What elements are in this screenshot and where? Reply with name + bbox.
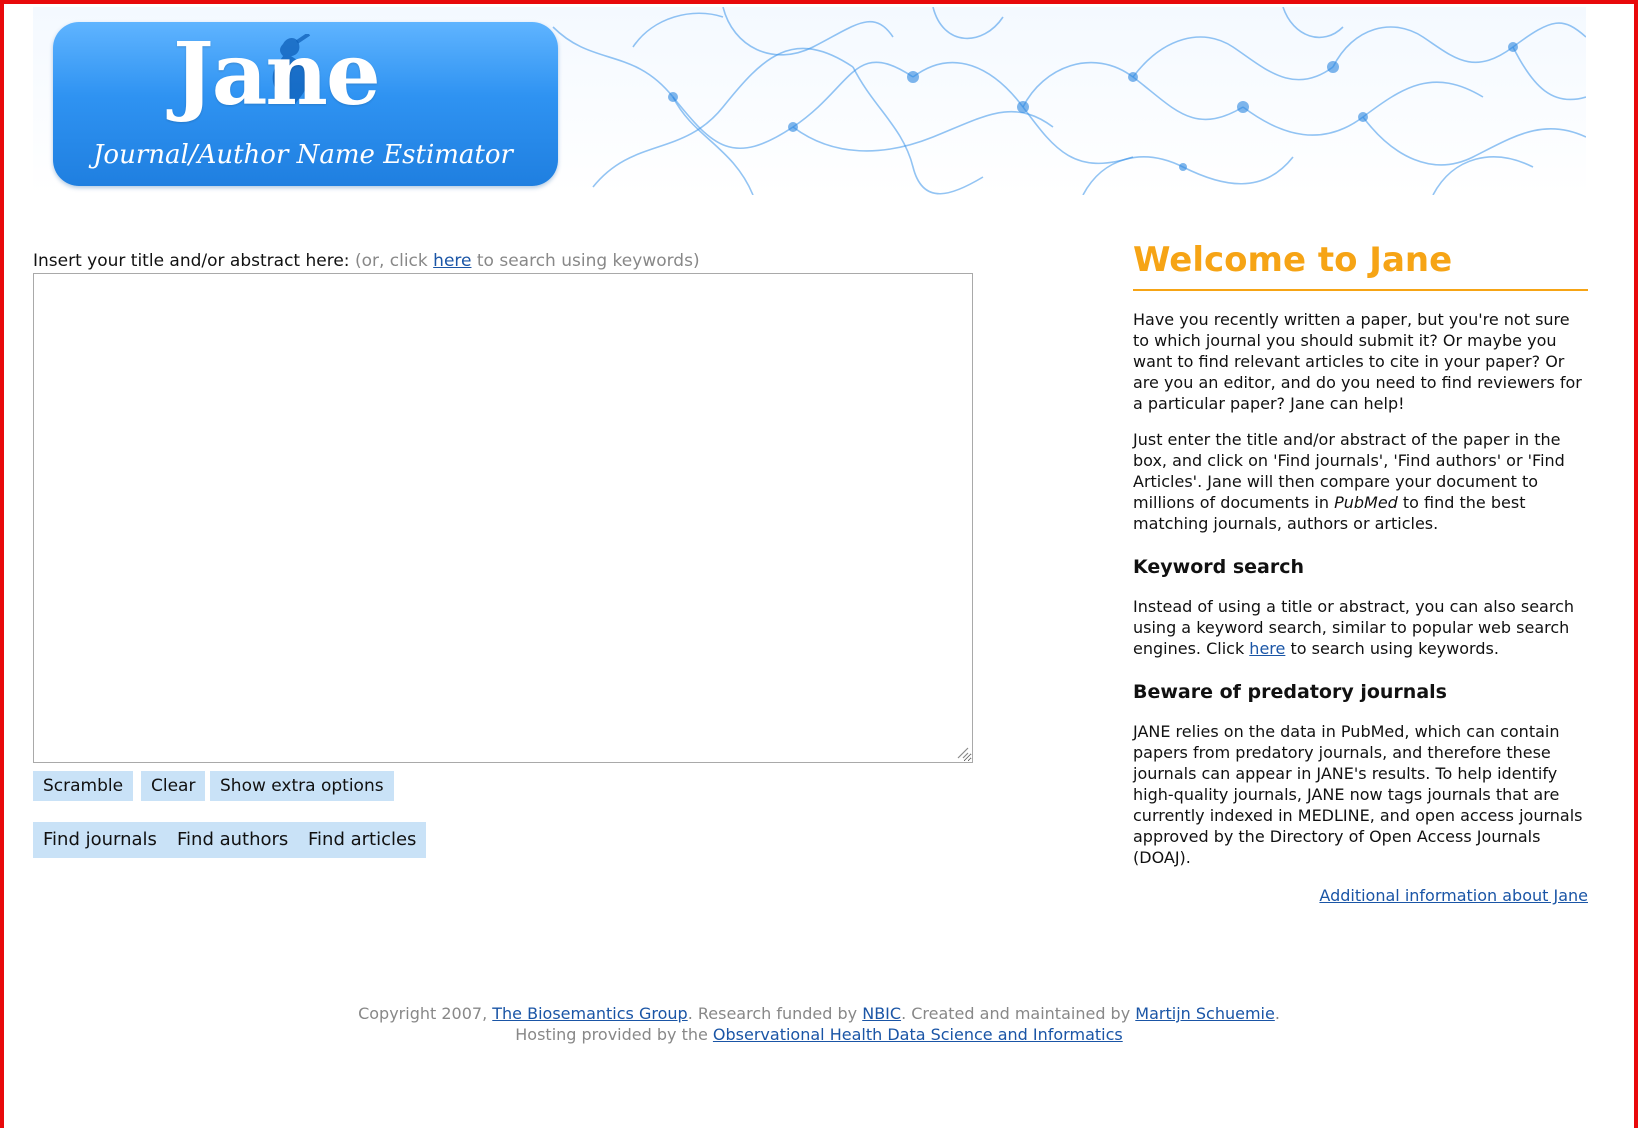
abstract-label-text: Insert your title and/or abstract here: [33, 251, 350, 271]
abstract-input-label: Insert your title and/or abstract here: … [33, 251, 700, 271]
find-articles-button[interactable]: Find articles [298, 822, 427, 858]
keyword-here-link[interactable]: here [1249, 639, 1285, 658]
scramble-button[interactable]: Scramble [33, 771, 134, 801]
footer-line-1: Copyright 2007, The Biosemantics Group. … [0, 1003, 1638, 1024]
keyword-search-link[interactable]: here [433, 251, 471, 271]
abstract-textarea[interactable] [33, 273, 973, 763]
header-banner: Jane Journal/Author Name Estimator [33, 7, 1586, 195]
footer-period: . [1274, 1004, 1280, 1023]
biosemantics-link[interactable]: The Biosemantics Group [492, 1004, 687, 1023]
additional-info-container: Additional information about Jane [1133, 886, 1588, 905]
nbic-link[interactable]: NBIC [862, 1004, 901, 1023]
logo-subtitle: Journal/Author Name Estimator [93, 140, 513, 170]
keyword-hint: (or, click here to search using keywords… [355, 251, 700, 271]
pubmed-text: PubMed [1334, 492, 1398, 512]
predatory-paragraph: JANE relies on the data in PubMed, which… [1133, 721, 1583, 867]
predatory-journals-heading: Beware of predatory journals [1133, 680, 1447, 703]
find-authors-button[interactable]: Find authors [167, 822, 299, 858]
hosting-text: Hosting provided by the [515, 1025, 708, 1044]
window-frame-right [1634, 0, 1638, 1128]
ohdsi-link[interactable]: Observational Health Data Science and In… [713, 1025, 1123, 1044]
created-text: . Created and maintained by [901, 1004, 1131, 1023]
copyright-text: Copyright 2007, [358, 1004, 488, 1023]
logo-title: Jane [173, 24, 381, 125]
page-footer: Copyright 2007, The Biosemantics Group. … [0, 1003, 1638, 1045]
jane-logo[interactable]: Jane Journal/Author Name Estimator [53, 22, 558, 186]
keyword-paragraph: Instead of using a title or abstract, yo… [1133, 596, 1588, 659]
author-link[interactable]: Martijn Schuemie [1135, 1004, 1275, 1023]
keyword-tail: to search using keywords. [1290, 638, 1499, 658]
info-sidebar: Welcome to Jane Have you recently writte… [1133, 240, 1588, 905]
welcome-heading: Welcome to Jane [1133, 240, 1588, 291]
instructions-paragraph: Just enter the title and/or abstract of … [1133, 429, 1588, 534]
hint-prefix: (or, click [354, 251, 428, 271]
find-journals-button[interactable]: Find journals [33, 822, 167, 858]
funded-text: . Research funded by [687, 1004, 858, 1023]
resize-grip-icon[interactable] [955, 745, 969, 759]
keyword-search-heading: Keyword search [1133, 555, 1305, 578]
intro-paragraph: Have you recently written a paper, but y… [1133, 309, 1582, 413]
additional-info-link[interactable]: Additional information about Jane [1319, 886, 1588, 905]
clear-button[interactable]: Clear [141, 771, 206, 801]
show-extra-options-button[interactable]: Show extra options [210, 771, 394, 801]
hint-suffix: to search using keywords) [476, 251, 700, 271]
footer-line-2: Hosting provided by the Observational He… [0, 1024, 1638, 1045]
